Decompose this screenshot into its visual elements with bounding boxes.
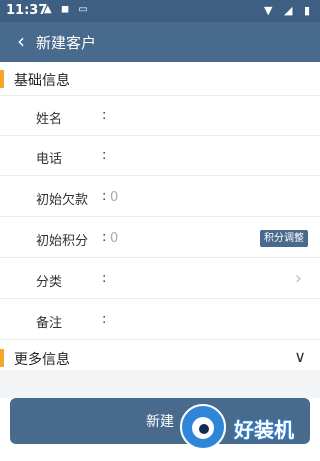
- field-row-initial-debt[interactable]: 初始欠款 :: [0, 177, 320, 217]
- field-row-category[interactable]: 分类 : ›: [0, 259, 320, 299]
- field-label: 初始欠款: [36, 193, 89, 208]
- watermark: 好装机: [180, 404, 316, 454]
- status-bar: 11:37 ▲ ◼ ▭ ▼ ◢ ▮: [0, 0, 320, 22]
- field-colon: :: [102, 189, 107, 204]
- field-colon: :: [102, 312, 107, 327]
- field-row-phone[interactable]: 电话 :: [0, 136, 320, 176]
- field-row-name[interactable]: 姓名 :: [0, 96, 320, 136]
- initial-points-input[interactable]: [110, 226, 240, 250]
- section-title: 基础信息: [14, 73, 70, 89]
- back-arrow-icon[interactable]: ‹: [10, 29, 32, 53]
- page-title: 新建客户: [36, 34, 97, 52]
- chevron-right-icon: ›: [294, 268, 302, 289]
- field-colon: :: [102, 148, 107, 163]
- field-colon: :: [102, 271, 107, 286]
- field-label: 分类: [36, 275, 63, 290]
- points-adjust-button[interactable]: 积分调整: [260, 230, 308, 247]
- phone-input[interactable]: [110, 144, 240, 168]
- basic-info-header: 基础信息: [0, 62, 320, 96]
- app-bar: ‹ 新建客户: [0, 22, 320, 62]
- status-time: 11:37: [6, 3, 48, 18]
- remark-input[interactable]: [110, 308, 240, 332]
- field-label: 备注: [36, 316, 63, 331]
- system-status-icons: ▼ ◢ ▮: [264, 4, 314, 17]
- watermark-logo-icon: [180, 404, 226, 450]
- name-input[interactable]: [110, 104, 240, 128]
- section-title: 更多信息: [14, 352, 70, 368]
- field-label: 电话: [36, 152, 63, 167]
- section-accent-bar: [0, 70, 4, 88]
- watermark-text: 好装机: [234, 418, 294, 442]
- field-row-initial-points[interactable]: 初始积分 : 积分调整: [0, 218, 320, 258]
- field-row-remark[interactable]: 备注 :: [0, 300, 320, 340]
- spacer: [0, 370, 320, 398]
- field-colon: :: [102, 230, 107, 245]
- section-accent-bar: [0, 349, 4, 367]
- notification-icons: ▲ ◼ ▭: [44, 4, 91, 15]
- initial-debt-input[interactable]: [110, 185, 240, 209]
- field-label: 姓名: [36, 112, 63, 127]
- field-colon: :: [102, 108, 107, 123]
- chevron-down-icon[interactable]: ∨: [294, 347, 306, 366]
- field-label: 初始积分: [36, 234, 89, 249]
